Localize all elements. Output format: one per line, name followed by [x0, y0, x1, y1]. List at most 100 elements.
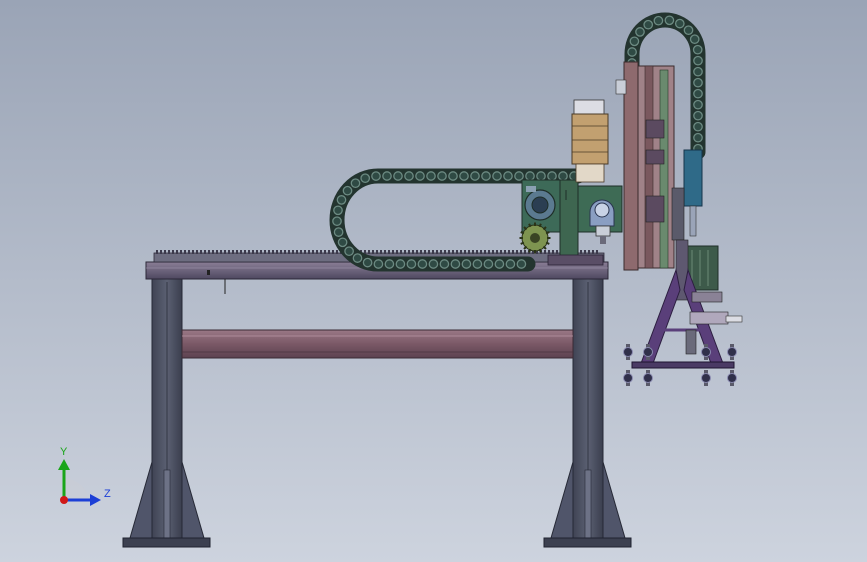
chain-link [448, 171, 458, 181]
left-column [122, 277, 211, 548]
chain-link [406, 259, 417, 269]
chain-link [428, 259, 439, 269]
rack-tooth [436, 250, 438, 254]
chain-link [653, 15, 664, 26]
rack-tooth [224, 250, 226, 254]
chain-link [371, 171, 381, 181]
rack-tooth [404, 250, 406, 254]
rack-tooth [424, 250, 426, 254]
rack-tooth [256, 250, 258, 254]
chain-link [693, 110, 703, 121]
rack-tooth [556, 250, 558, 254]
suction-cup [643, 347, 653, 357]
chain-link [693, 66, 703, 77]
rack-tooth [320, 250, 322, 254]
rack-tooth [240, 250, 242, 254]
rack-tooth [484, 250, 486, 254]
rack-tooth [236, 250, 238, 254]
chain-link [483, 259, 494, 269]
suction-cup [623, 347, 633, 357]
rack-tooth [328, 250, 330, 254]
rack-tooth [552, 250, 554, 254]
rack-tooth [456, 250, 458, 254]
pinion-tooth [520, 241, 525, 245]
chain-link [461, 259, 472, 269]
chain-link [333, 227, 344, 237]
rack-tooth [324, 250, 326, 254]
rack-tooth [512, 250, 514, 254]
rack-tooth [368, 250, 370, 254]
rack-tooth [264, 250, 266, 254]
rack-tooth [444, 250, 446, 254]
pinion-tooth [545, 241, 550, 245]
chain-link [693, 121, 703, 132]
triad-origin [60, 496, 68, 504]
z-axis-label: Z [104, 488, 111, 500]
rack-tooth [544, 250, 546, 254]
rack-tooth [316, 250, 318, 254]
rack-tooth [520, 250, 522, 254]
rack-tooth [200, 250, 202, 254]
rack-tooth [272, 250, 274, 254]
chain-link [492, 171, 502, 181]
rack-tooth [472, 250, 474, 254]
pinion-tooth [528, 248, 532, 253]
rack-tooth [448, 250, 450, 254]
rack-tooth [504, 250, 506, 254]
suction-cup [643, 373, 653, 383]
rack-tooth [248, 250, 250, 254]
rack-tooth [596, 250, 598, 254]
x-carriage [519, 99, 623, 266]
chain-link [342, 185, 353, 196]
rack-tooth [176, 250, 178, 254]
chain-link [683, 25, 694, 36]
chain-link [664, 15, 675, 26]
cad-viewport[interactable]: Y Z [0, 0, 867, 562]
rack-tooth [288, 250, 290, 254]
z-axis-column [615, 61, 703, 271]
rack-tooth [228, 250, 230, 254]
y-axis-label: Y [60, 446, 68, 458]
chain-link [439, 259, 450, 269]
chain-link [693, 77, 703, 88]
chain-link [516, 259, 527, 269]
rack-tooth [432, 250, 434, 254]
chain-link [693, 99, 703, 110]
rack-tooth [412, 250, 414, 254]
pinion-tooth [538, 223, 542, 228]
chain-link [692, 44, 703, 55]
rack-tooth [488, 250, 490, 254]
rack-tooth [428, 250, 430, 254]
chain-link [437, 171, 447, 181]
rack-tooth [392, 250, 394, 254]
chain-link [558, 171, 568, 181]
rack-tooth [312, 250, 314, 254]
chain-link [503, 171, 513, 181]
chain-link [459, 171, 469, 181]
rack-tooth [284, 250, 286, 254]
rack-tooth [172, 250, 174, 254]
rack-tooth [276, 250, 278, 254]
chain-link [382, 171, 392, 181]
rack-tooth [420, 250, 422, 254]
gantry-frame [122, 250, 632, 548]
rack-tooth [384, 250, 386, 254]
chain-link [393, 171, 403, 181]
rack-tooth [184, 250, 186, 254]
chain-link [417, 259, 428, 269]
chain-link [344, 246, 354, 257]
suction-cup [701, 373, 711, 383]
rack-tooth [592, 250, 594, 254]
chain-link [494, 259, 505, 269]
chain-link [337, 237, 348, 248]
rack-tooth [380, 250, 382, 254]
rack-tooth [416, 250, 418, 254]
suction-cup [623, 373, 633, 383]
rack-tooth [452, 250, 454, 254]
cross-beam [181, 329, 574, 359]
chain-link [627, 47, 637, 57]
right-column [543, 277, 632, 548]
chain-link [332, 216, 342, 227]
rack-tooth [480, 250, 482, 254]
coordinate-triad: Y Z [58, 446, 111, 506]
